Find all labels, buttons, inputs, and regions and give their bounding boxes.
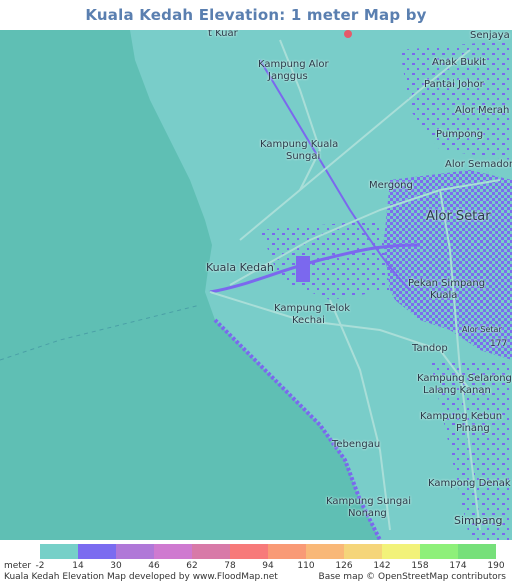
label-pumpong: Pumpong bbox=[436, 129, 484, 140]
legend-tick-label: 30 bbox=[110, 561, 122, 571]
urban-block bbox=[296, 256, 310, 282]
legend-swatch bbox=[78, 544, 116, 559]
label-janggus: Janggus bbox=[268, 71, 308, 82]
legend-tick-label: 174 bbox=[449, 561, 467, 571]
label-alor-setar: Alor Setar bbox=[426, 209, 491, 224]
label-kuala-kedah: Kuala Kedah bbox=[206, 261, 274, 274]
top-marker bbox=[344, 30, 352, 38]
legend-tick-label: 78 bbox=[224, 561, 236, 571]
legend-tick-label: -2 bbox=[35, 561, 45, 571]
label-route-177: 177 bbox=[490, 339, 508, 349]
label-pinang: Pinang bbox=[456, 423, 490, 434]
label-kechai: Kechai bbox=[292, 315, 325, 326]
label-kampung-alor: Kampung Alor bbox=[258, 59, 329, 70]
label-mergong: Mergong bbox=[369, 180, 413, 191]
label-kampong-denak: Kampong Denak bbox=[428, 478, 511, 489]
legend-swatch bbox=[154, 544, 192, 559]
legend-tick-label: 126 bbox=[335, 561, 353, 571]
legend-swatch bbox=[40, 544, 78, 559]
label-alor-setar-small: Alor Setar bbox=[462, 325, 502, 334]
legend-tick-label: 46 bbox=[148, 561, 160, 571]
legend-swatch bbox=[458, 544, 496, 559]
label-tebengau: Tebengau bbox=[332, 439, 381, 450]
label-pekan-simpang: Pekan Simpang bbox=[408, 278, 486, 289]
legend-tick-label: 158 bbox=[411, 561, 429, 571]
map-header: Kuala Kedah Elevation: 1 meter Map by ww… bbox=[0, 0, 512, 54]
label-kampung-kebun: Kampung Kebun bbox=[420, 411, 503, 422]
legend-tick-label: 14 bbox=[72, 561, 84, 571]
label-anak-bukit: Anak Bukit bbox=[432, 57, 486, 68]
legend-tick-label: 190 bbox=[487, 561, 505, 571]
label-alor-merah: Alor Merah bbox=[455, 105, 510, 116]
legend-tick-label: 62 bbox=[186, 561, 198, 571]
legend-tick-label: 94 bbox=[262, 561, 274, 571]
label-kampung-sungai: Kampung Sungai bbox=[326, 496, 412, 507]
legend-tick-label: 142 bbox=[373, 561, 391, 571]
legend-swatch bbox=[344, 544, 382, 559]
legend-color-bar bbox=[40, 544, 496, 559]
label-kampung-selarong: Kampung Selarong bbox=[417, 373, 512, 384]
label-pantai-johor: Pantai Johor bbox=[424, 79, 484, 90]
label-alor-semadon: Alor Semadon bbox=[445, 159, 512, 170]
legend-swatch bbox=[192, 544, 230, 559]
legend-swatch bbox=[306, 544, 344, 559]
legend-swatch bbox=[116, 544, 154, 559]
label-lalang-kanan: Lalang Kanan bbox=[423, 385, 491, 396]
label-nonang: Nonang bbox=[348, 508, 387, 519]
label-tandop: Tandop bbox=[412, 343, 448, 354]
label-kampung-kuala: Kampung Kuala bbox=[260, 139, 339, 150]
legend-swatch bbox=[420, 544, 458, 559]
elevation-legend: meter -2 14 30 46 62 78 94 110 126 142 158 174 190 K… bbox=[0, 540, 512, 582]
legend-swatch bbox=[268, 544, 306, 559]
label-sungai: Sungai bbox=[286, 151, 321, 162]
footer-credit: Kuala Kedah Elevation Map developed by w… bbox=[4, 572, 278, 582]
label-senjaya: Senjaya bbox=[470, 30, 510, 41]
footer-attribution[interactable]: Base map © OpenStreetMap contributors bbox=[319, 572, 506, 582]
legend-tick-label: 110 bbox=[297, 561, 315, 571]
elevation-map[interactable]: t Kuar Senjaya Kampung Alor Janggus Anak… bbox=[0, 30, 512, 540]
legend-swatch bbox=[230, 544, 268, 559]
label-kampung-telok: Kampung Telok bbox=[274, 303, 351, 314]
label-t-kuar: t Kuar bbox=[208, 30, 238, 39]
label-simpang: Simpang bbox=[454, 514, 503, 527]
label-kuala: Kuala bbox=[430, 290, 458, 301]
legend-swatch bbox=[382, 544, 420, 559]
